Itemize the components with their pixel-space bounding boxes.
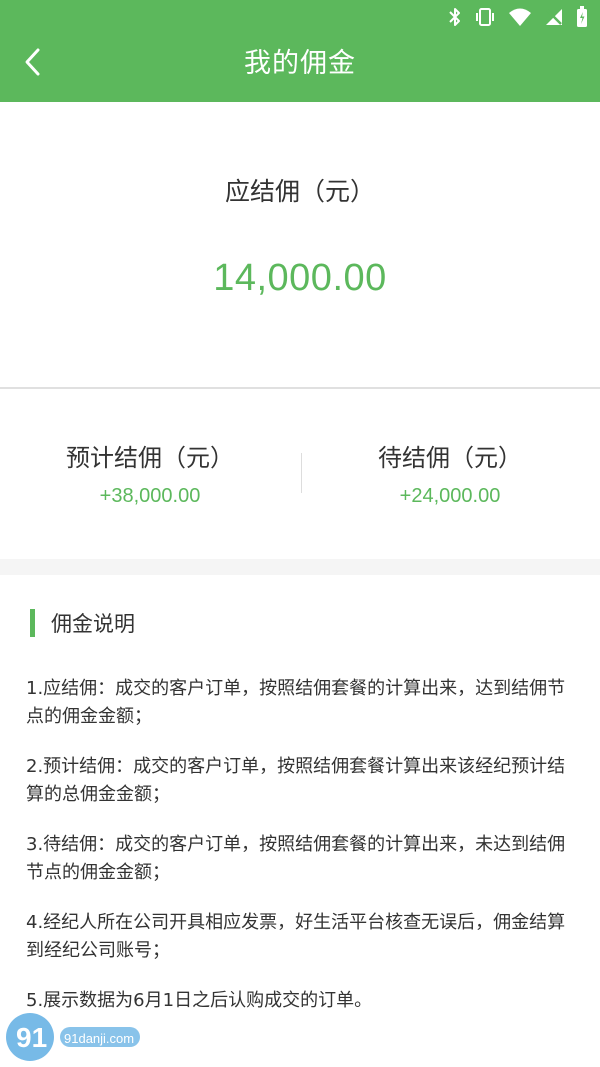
section-heading: 佣金说明 xyxy=(30,609,135,637)
bluetooth-icon xyxy=(448,7,462,27)
section-accent-bar xyxy=(30,609,35,637)
commission-page: 我的佣金 应结佣（元） 14,000.00 预计结佣（元） +38,000.00… xyxy=(0,0,600,1067)
list-item: 3.待结佣：成交的客户订单，按照结佣套餐的计算出来，未达到结佣节点的佣金金额； xyxy=(26,834,566,883)
estimated-commission-label: 预计结佣（元） xyxy=(66,444,234,472)
list-item: 4.经纪人所在公司开具相应发票，好生活平台核查无误后，佣金结算到经纪公司账号； xyxy=(26,912,566,961)
commission-summary: 预计结佣（元） +38,000.00 待结佣（元） +24,000.00 xyxy=(0,389,600,559)
section-title-text: 佣金说明 xyxy=(51,612,135,636)
commission-explanation: 佣金说明 1.应结佣：成交的客户订单，按照结佣套餐的计算出来，达到结佣节点的佣金… xyxy=(0,575,600,1067)
list-item: 1.应结佣：成交的客户订单，按照结佣套餐的计算出来，达到结佣节点的佣金金额； xyxy=(26,678,566,727)
battery-icon xyxy=(576,6,588,28)
pending-commission: 待结佣（元） +24,000.00 xyxy=(300,441,600,508)
page-title: 我的佣金 xyxy=(244,48,356,79)
no-signal-icon xyxy=(544,7,564,27)
payable-commission-label: 应结佣（元） xyxy=(224,177,375,206)
app-header: 我的佣金 xyxy=(0,0,600,102)
pending-commission-value: +24,000.00 xyxy=(399,485,501,507)
vibrate-icon xyxy=(474,7,496,27)
list-item: 2.预计结佣：成交的客户订单，按照结佣套餐计算出来该经纪预计结算的总佣金金额； xyxy=(26,756,566,805)
wifi-icon xyxy=(508,7,532,27)
estimated-commission: 预计结佣（元） +38,000.00 xyxy=(0,441,300,508)
payable-commission-amount: 14,000.00 xyxy=(213,257,387,299)
payable-commission-card: 应结佣（元） 14,000.00 xyxy=(0,102,600,389)
estimated-commission-value: +38,000.00 xyxy=(99,485,201,507)
explanation-list: 1.应结佣：成交的客户订单，按照结佣套餐的计算出来，达到结佣节点的佣金金额； 2… xyxy=(26,675,574,1037)
pending-commission-label: 待结佣（元） xyxy=(378,444,522,472)
list-item: 5.展示数据为6月1日之后认购成交的订单。 xyxy=(26,990,373,1011)
status-bar xyxy=(448,0,588,34)
